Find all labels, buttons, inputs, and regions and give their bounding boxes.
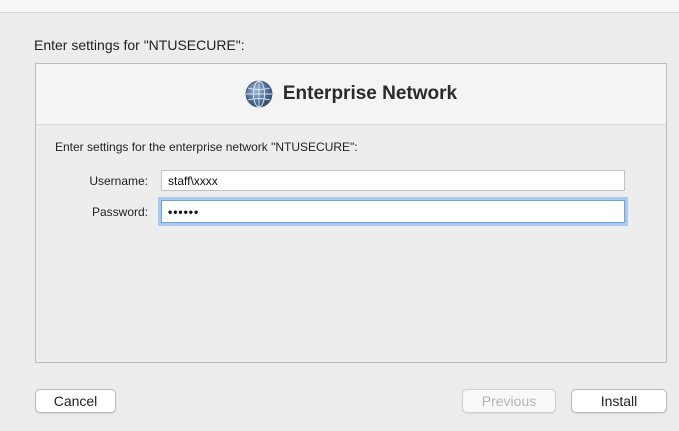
cancel-button[interactable]: Cancel: [35, 389, 116, 413]
dialog-title: Enter settings for "NTUSECURE":: [34, 37, 245, 53]
panel-heading: Enterprise Network: [282, 83, 458, 104]
password-row: Password:: [36, 200, 666, 225]
password-field[interactable]: [161, 200, 625, 223]
username-row: Username:: [36, 170, 666, 194]
intro-text: Enter settings for the enterprise networ…: [55, 140, 358, 154]
panel-header-content: Enterprise Network: [36, 64, 666, 124]
enterprise-settings-panel: Enterprise Network Enter settings for th…: [35, 63, 667, 363]
network-globe-icon: [245, 80, 273, 108]
password-label: Password:: [91, 205, 148, 219]
panel-header: Enterprise Network: [36, 64, 666, 125]
window-top-strip: [0, 0, 679, 13]
previous-button[interactable]: Previous: [462, 389, 556, 413]
username-label: Username:: [89, 174, 148, 188]
install-button[interactable]: Install: [571, 389, 667, 413]
username-field[interactable]: [161, 170, 625, 191]
